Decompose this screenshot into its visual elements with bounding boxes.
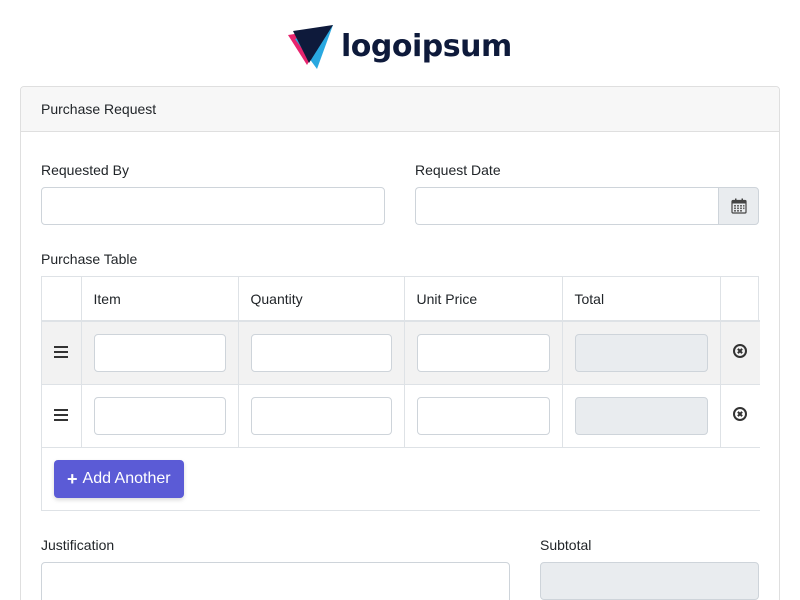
- calendar-icon: [730, 198, 747, 214]
- unit-price-input[interactable]: [416, 396, 550, 435]
- drag-handle-icon[interactable]: [54, 345, 69, 358]
- logo-mark-icon: [288, 25, 333, 69]
- table-header-row: Item Quantity Unit Price Total: [42, 277, 760, 322]
- card-header: Purchase Request: [21, 87, 779, 132]
- logo: logoipsum: [287, 23, 512, 71]
- item-input[interactable]: [93, 333, 226, 372]
- add-another-label: Add Another: [82, 469, 171, 487]
- subtotal-field: [540, 562, 759, 600]
- total-field: [574, 333, 708, 372]
- justification-textarea[interactable]: [41, 562, 510, 600]
- table-footer-row: + Add Another: [42, 446, 760, 511]
- drag-handle-icon[interactable]: [54, 408, 69, 421]
- column-header-item: Item: [80, 277, 239, 322]
- request-date-label: Request Date: [415, 162, 501, 178]
- subtotal-label: Subtotal: [540, 537, 592, 553]
- total-field: [574, 396, 708, 435]
- logo-text: logoipsum: [341, 28, 512, 64]
- column-header-unit-price: Unit Price: [403, 277, 563, 322]
- column-header-total: Total: [561, 277, 721, 322]
- add-another-button[interactable]: + Add Another: [54, 459, 184, 498]
- request-date-input[interactable]: [415, 187, 718, 225]
- item-input[interactable]: [93, 396, 226, 435]
- requested-by-label: Requested By: [41, 162, 129, 178]
- remove-row-icon[interactable]: [733, 344, 748, 359]
- table-row: [42, 383, 760, 448]
- purchase-table-label: Purchase Table: [41, 251, 138, 267]
- calendar-button[interactable]: [718, 187, 759, 225]
- drag-column-header: [42, 277, 82, 322]
- quantity-input[interactable]: [250, 333, 392, 372]
- request-date-group: [415, 187, 759, 225]
- purchase-table: Item Quantity Unit Price Total + Add Ano…: [41, 276, 760, 511]
- justification-label: Justification: [41, 537, 115, 553]
- remove-column-header: [719, 277, 760, 322]
- quantity-input[interactable]: [250, 396, 392, 435]
- plus-icon: +: [67, 468, 78, 489]
- requested-by-input[interactable]: [41, 187, 385, 225]
- card-title: Purchase Request: [41, 101, 157, 117]
- unit-price-input[interactable]: [416, 333, 550, 372]
- column-header-quantity: Quantity: [237, 277, 405, 322]
- remove-row-icon[interactable]: [733, 407, 748, 421]
- table-row: [42, 320, 760, 385]
